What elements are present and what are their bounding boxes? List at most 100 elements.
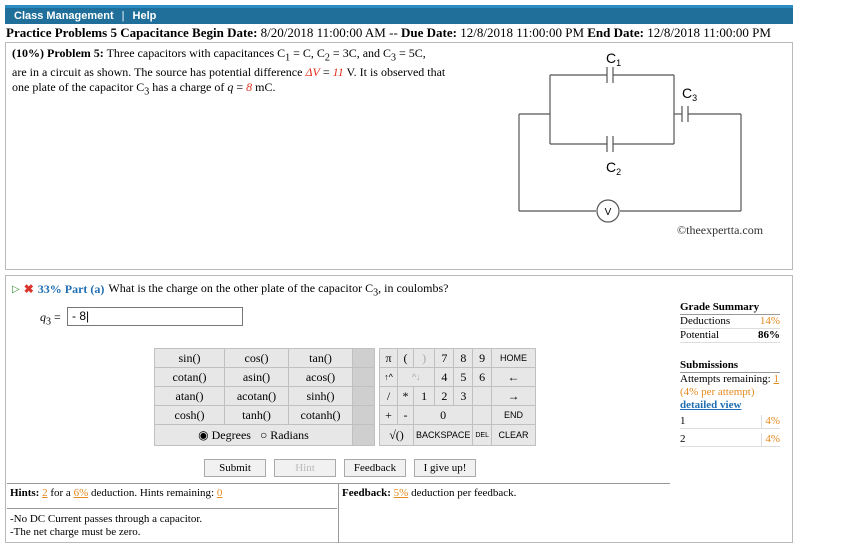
key-open-paren[interactable]: ( [397,348,414,368]
key-spacer-3 [352,386,375,406]
key-sqrt[interactable]: √() [379,424,414,446]
key-right-arrow[interactable]: → [490,386,536,406]
problem-eq-2: = 3C, and C [329,46,392,60]
key-cotanh[interactable]: cotanh() [288,405,353,425]
key-home[interactable]: HOME [490,348,536,368]
hints-remaining: 0 [216,487,223,499]
key-left-arrow[interactable]: ← [490,367,536,387]
part-a-title: 33% Part (a) [37,282,105,297]
detailed-view-link[interactable]: detailed view [680,399,780,412]
voltmeter-label: V [605,207,612,218]
feedback-button[interactable]: Feedback [344,459,406,477]
radians-radio[interactable]: ○ [260,428,267,442]
key-minus[interactable]: - [397,405,414,425]
key-clear[interactable]: CLEAR [490,424,536,446]
key-up-power[interactable]: ↑^ [379,367,398,387]
problem-statement: (10%) Problem 5: Three capacitors with c… [12,46,492,100]
key-6[interactable]: 6 [472,367,492,387]
key-end[interactable]: END [490,405,536,425]
per-attempt-note: (4% per attempt) [680,386,755,398]
key-4[interactable]: 4 [434,367,455,387]
problem-line3c: = [233,80,247,95]
copyright-text: ©theexpertta.com [677,223,764,237]
problem-label: Problem 5: [47,46,104,60]
hint-item-2: -The net charge must be zero. [10,526,141,538]
key-9[interactable]: 9 [472,348,492,368]
problem-line3d: mC. [252,80,276,95]
part-a-question: What is the charge on the other plate of… [108,281,449,299]
key-del[interactable]: DEL [472,424,492,446]
angle-mode: ◉ Degrees ○ Radians [154,424,353,446]
hint-button[interactable]: Hint [274,459,336,477]
problem-eq-3: = 5C, [396,46,426,60]
problem-line3b: has a charge of [149,80,228,95]
key-multiply[interactable]: * [397,386,414,406]
key-spacer-2 [352,367,375,387]
problem-line2a: are in a circuit as shown. The source ha… [12,65,306,80]
key-5[interactable]: 5 [453,367,474,387]
delta-v-value: 11 [332,65,344,80]
play-arrow-icon[interactable]: ▷ [12,284,20,295]
answer-label: q3 = [40,310,61,328]
problem-weight: (10%) [12,46,44,60]
c3-label: C3 [682,85,697,103]
submission-row-1: 1 4% [680,415,780,429]
key-cosh[interactable]: cosh() [154,405,225,425]
key-pi[interactable]: π [379,348,398,368]
key-divide[interactable]: / [379,386,398,406]
key-cotan[interactable]: cotan() [154,367,225,387]
key-sin[interactable]: sin() [154,348,225,368]
key-plus[interactable]: + [379,405,398,425]
key-down-power[interactable]: ^↓ [396,367,436,387]
key-spacer-1 [352,348,375,368]
key-1[interactable]: 1 [412,386,436,406]
submissions-title: Submissions [680,359,780,373]
end-label: End Date: [587,25,644,40]
class-management-link[interactable]: Class Management [14,10,114,22]
key-tan[interactable]: tan() [288,348,353,368]
attempts-remaining: Attempts remaining: 1 [680,373,779,385]
key-3[interactable]: 3 [453,386,474,406]
grade-summary: Grade Summary Deductions 14% Potential 86%… [680,301,780,447]
hint-item-1: -No DC Current passes through a capacito… [10,513,203,525]
give-up-button[interactable]: I give up! [414,459,476,477]
date-dash: -- [389,25,398,40]
key-7[interactable]: 7 [434,348,455,368]
key-8[interactable]: 8 [453,348,474,368]
key-backspace[interactable]: BACKSPACE [412,424,474,446]
help-link[interactable]: Help [133,10,157,22]
answer-input[interactable]: - 8| [67,307,243,326]
key-acos[interactable]: acos() [288,367,353,387]
hint-list: -No DC Current passes through a capacito… [10,513,202,539]
problem-line2c: V. It is observed that [343,65,446,80]
c2-label: C2 [606,159,621,177]
hint-deduction: 6% [73,487,89,499]
wrong-x-icon: ✖ [23,282,34,297]
key-cos[interactable]: cos() [224,348,289,368]
circuit-diagram: V C1 C2 C3 [518,50,742,223]
key-asin[interactable]: asin() [224,367,289,387]
key-close-paren[interactable]: ) [412,348,436,368]
key-atan[interactable]: atan() [154,386,225,406]
key-0[interactable]: 0 [412,405,474,425]
divider-hints-feedback [338,483,339,543]
degrees-radio[interactable]: ◉ [198,428,208,442]
key-spacer-5 [352,424,375,446]
begin-label: Begin Date: [192,25,258,40]
problem-text-1: Three capacitors with capacitances C [106,46,286,60]
begin-date: 8/20/2018 11:00:00 AM [260,25,386,40]
problem-line2b: = [319,65,333,80]
assignment-header: Practice Problems 5 Capacitance Begin Da… [5,25,793,41]
divider-hints-bottom [7,508,337,509]
key-sinh[interactable]: sinh() [288,386,353,406]
calculator-keypad: sin() cos() tan() π ( ) 7 8 9 HOME cotan… [154,348,536,446]
key-2[interactable]: 2 [434,386,455,406]
delta-v-symbol: ΔV [305,65,320,80]
key-acotan[interactable]: acotan() [224,386,289,406]
submit-button[interactable]: Submit [204,459,266,477]
part-a-header: ▷ ✖ 33% Part (a) What is the charge on t… [12,281,448,298]
deductions-row: Deductions 14% [680,315,780,329]
grade-summary-title: Grade Summary [680,301,780,315]
feedback-summary: Feedback: 5% deduction per feedback. [342,487,517,499]
key-tanh[interactable]: tanh() [224,405,289,425]
